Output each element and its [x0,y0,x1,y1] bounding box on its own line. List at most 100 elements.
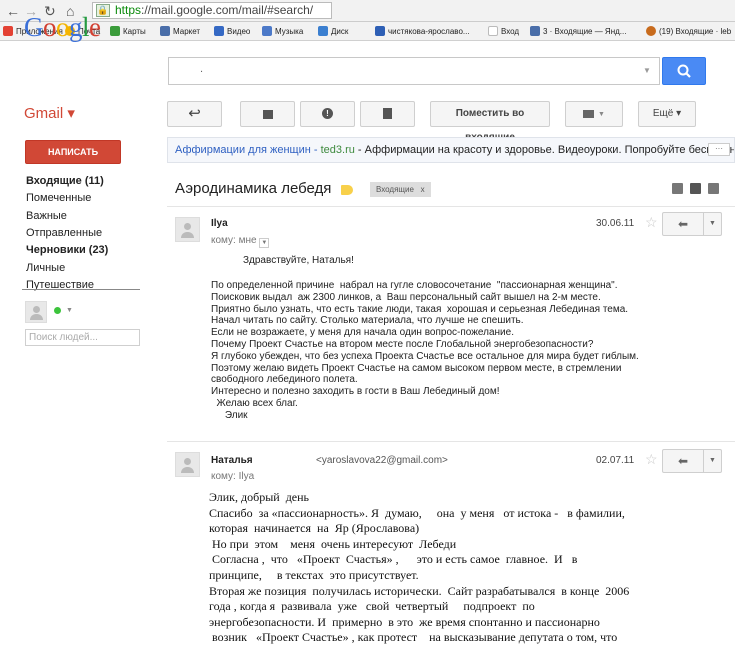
label-badge: Входящие x [370,182,431,197]
sender-email: <yaroslavova22@gmail.com> [316,455,448,466]
search-options-dropdown-icon[interactable]: ▼ [643,66,651,75]
message-recipient: кому: Ilya [211,471,255,482]
folder-personal[interactable]: Личные [26,262,65,274]
back-to-search-button[interactable]: ↩ [167,101,222,127]
bookmark-maps[interactable]: Карты [110,22,146,40]
online-status-icon [54,307,61,314]
delete-button[interactable] [360,101,415,127]
mail-search-input[interactable]: . [168,57,660,85]
page-icon [488,26,498,36]
important-marker-icon[interactable] [341,185,353,195]
address-bar[interactable]: 🔒 https://mail.google.com/mail/#search/ [92,2,332,19]
new-window-icon[interactable] [708,183,719,194]
message-sender[interactable]: Наталья [211,455,253,466]
message-body-line: Элик [211,409,248,421]
bookmark-login[interactable]: Вход [488,22,519,40]
message-sender[interactable]: Ilya [211,218,228,229]
labels-button[interactable]: ▼ [565,101,623,127]
message-body-line: Начал читать по сайту. Столько материала… [211,315,524,327]
disk-icon [318,26,328,36]
report-spam-button[interactable]: ! [300,101,355,127]
person-icon [184,223,191,230]
bookmark-inbox-19[interactable]: (19) Входящие · leb [646,22,731,40]
message-body-line: Поэтому желаю видеть Проект Счастье на с… [211,362,622,374]
folder-sent[interactable]: Отправленные [26,227,102,239]
message-greeting: Здравствуйте, Наталья! [243,255,354,266]
google-icon [375,26,385,36]
url-scheme: https [115,3,142,17]
sidebar-divider [22,289,140,290]
bookmark-yandex-inbox[interactable]: 3 · Входящие — Янд... [530,22,626,40]
ad-domain[interactable]: ted3.ru [321,144,355,156]
search-button[interactable] [662,57,706,85]
star-icon[interactable]: ☆ [645,451,658,468]
message-body-line: Поисковик выдал аж 2300 линков, а Ваш пе… [211,291,601,303]
remove-label-button[interactable]: x [421,185,425,194]
google-logo[interactable]: Google [24,12,101,43]
bookmark-video[interactable]: Видео [214,22,250,40]
archive-button[interactable] [240,101,295,127]
message-date: 02.07.11 [596,455,635,466]
reply-button[interactable]: ⬅ [662,212,704,236]
message-body-line: Интересно и полезно заходить в гости в В… [211,386,500,398]
ad-link[interactable]: Аффирмации для женщин [175,144,311,156]
star-icon[interactable]: ☆ [645,214,658,231]
reply-button[interactable]: ⬅ [662,449,704,473]
message-body-line: Если не возражаете, у меня для начала од… [211,327,514,339]
back-arrow-icon: ↩ [188,105,201,122]
bookmark-music[interactable]: Музыка [262,22,303,40]
apps-grid-icon [3,26,13,36]
market-icon [160,26,170,36]
message-body-line: Почему Проект Счастье на втором месте по… [211,339,594,350]
mail-ru-icon [646,26,656,36]
music-icon [262,26,272,36]
video-icon [214,26,224,36]
message-more-button[interactable]: ▼ [703,212,722,236]
browser-toolbar: ← → ↻ ⌂ 🔒 https://mail.google.com/mail/#… [0,0,735,22]
message-date: 30.06.11 [596,218,635,229]
gmail-menu[interactable]: Gmail ▾ [24,104,75,122]
message-body-line: Желаю всех благ. [211,398,298,409]
folder-drafts[interactable]: Черновики (23) [26,244,108,256]
maps-icon [110,26,120,36]
ad-banner: Аффирмации для женщин - ted3.ru - Аффирм… [167,137,735,163]
person-icon [184,458,191,465]
message-body-line: Я глубоко убежден, что без успеха Проект… [211,350,639,362]
message-body-line: Спасибо за «пассионарность». Я думаю, он… [209,505,625,520]
folder-inbox[interactable]: Входящие (11) [26,175,104,187]
message-body-line: энергобезопасности. И примерно в это же … [209,614,600,629]
expand-all-icon[interactable] [672,183,683,194]
bookmark-chistyakova[interactable]: чистякова-ярославо... [375,22,470,40]
thread-subject: Аэродинамика лебедя [175,180,332,197]
ad-text: - Аффирмации на красоту и здоровье. Виде… [354,144,735,156]
chevron-down-icon[interactable]: ▼ [66,307,73,314]
message-body-line: Вторая же позиция получилась исторически… [209,583,630,598]
sender-avatar[interactable] [175,452,200,477]
yandex-mail-icon [530,26,540,36]
message-more-button[interactable]: ▼ [703,449,722,473]
back-arrow-icon[interactable]: ← [6,2,20,20]
ad-more-button[interactable]: ··· [708,143,730,156]
magnifier-icon [677,64,691,78]
bookmark-market[interactable]: Маркет [160,22,200,40]
print-icon[interactable] [690,183,701,194]
recipient-details-icon[interactable]: ▼ [259,238,270,248]
compose-button[interactable]: НАПИСАТЬ [25,140,121,164]
label-tag-icon [583,110,595,118]
user-avatar[interactable] [25,301,47,323]
message-body-line: Элик, добрый день [209,490,310,504]
people-search-input[interactable]: Поиск людей... [25,329,140,346]
message-body-line: Согласна , что «Проект Счастья» , это и … [209,552,578,567]
bookmark-disk[interactable]: Диск [318,22,348,40]
folder-important[interactable]: Важные [26,210,67,222]
chevron-down-icon: ▼ [598,111,605,118]
message-divider [167,206,735,207]
message-recipient: кому: мне ▼ [211,235,270,248]
folder-starred[interactable]: Помеченные [26,192,91,204]
message-body-line: Но при этом меня очень интересуют Лебеди [209,536,457,551]
message-body-line: которая начинается на Яр (Ярославова) [209,521,420,536]
sender-avatar[interactable] [175,217,200,242]
move-to-inbox-button[interactable]: Поместить во входящие [430,101,550,143]
more-actions-button[interactable]: Ещё ▾ [638,101,696,127]
message-body-line: года , когда я развивала уже свой четвер… [209,599,535,614]
